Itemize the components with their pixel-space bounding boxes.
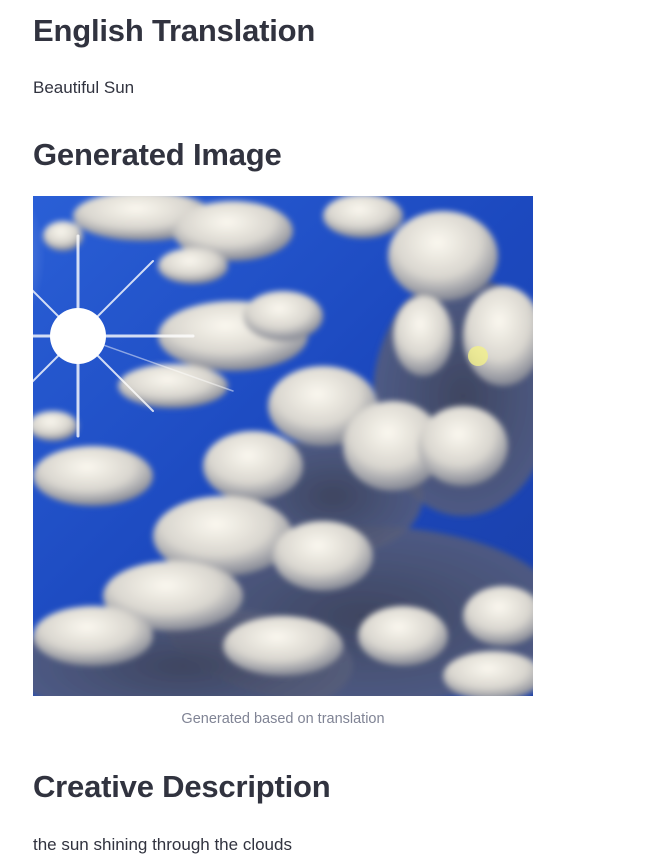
- generated-image: [33, 196, 533, 696]
- image-caption: Generated based on translation: [181, 711, 385, 727]
- english-translation-heading: English Translation: [33, 13, 316, 48]
- creative-description-heading: Creative Description: [33, 769, 331, 804]
- generated-image-heading: Generated Image: [33, 137, 282, 172]
- english-translation-text: Beautiful Sun: [33, 78, 135, 97]
- creative-description-text: the sun shining through the clouds: [33, 835, 292, 854]
